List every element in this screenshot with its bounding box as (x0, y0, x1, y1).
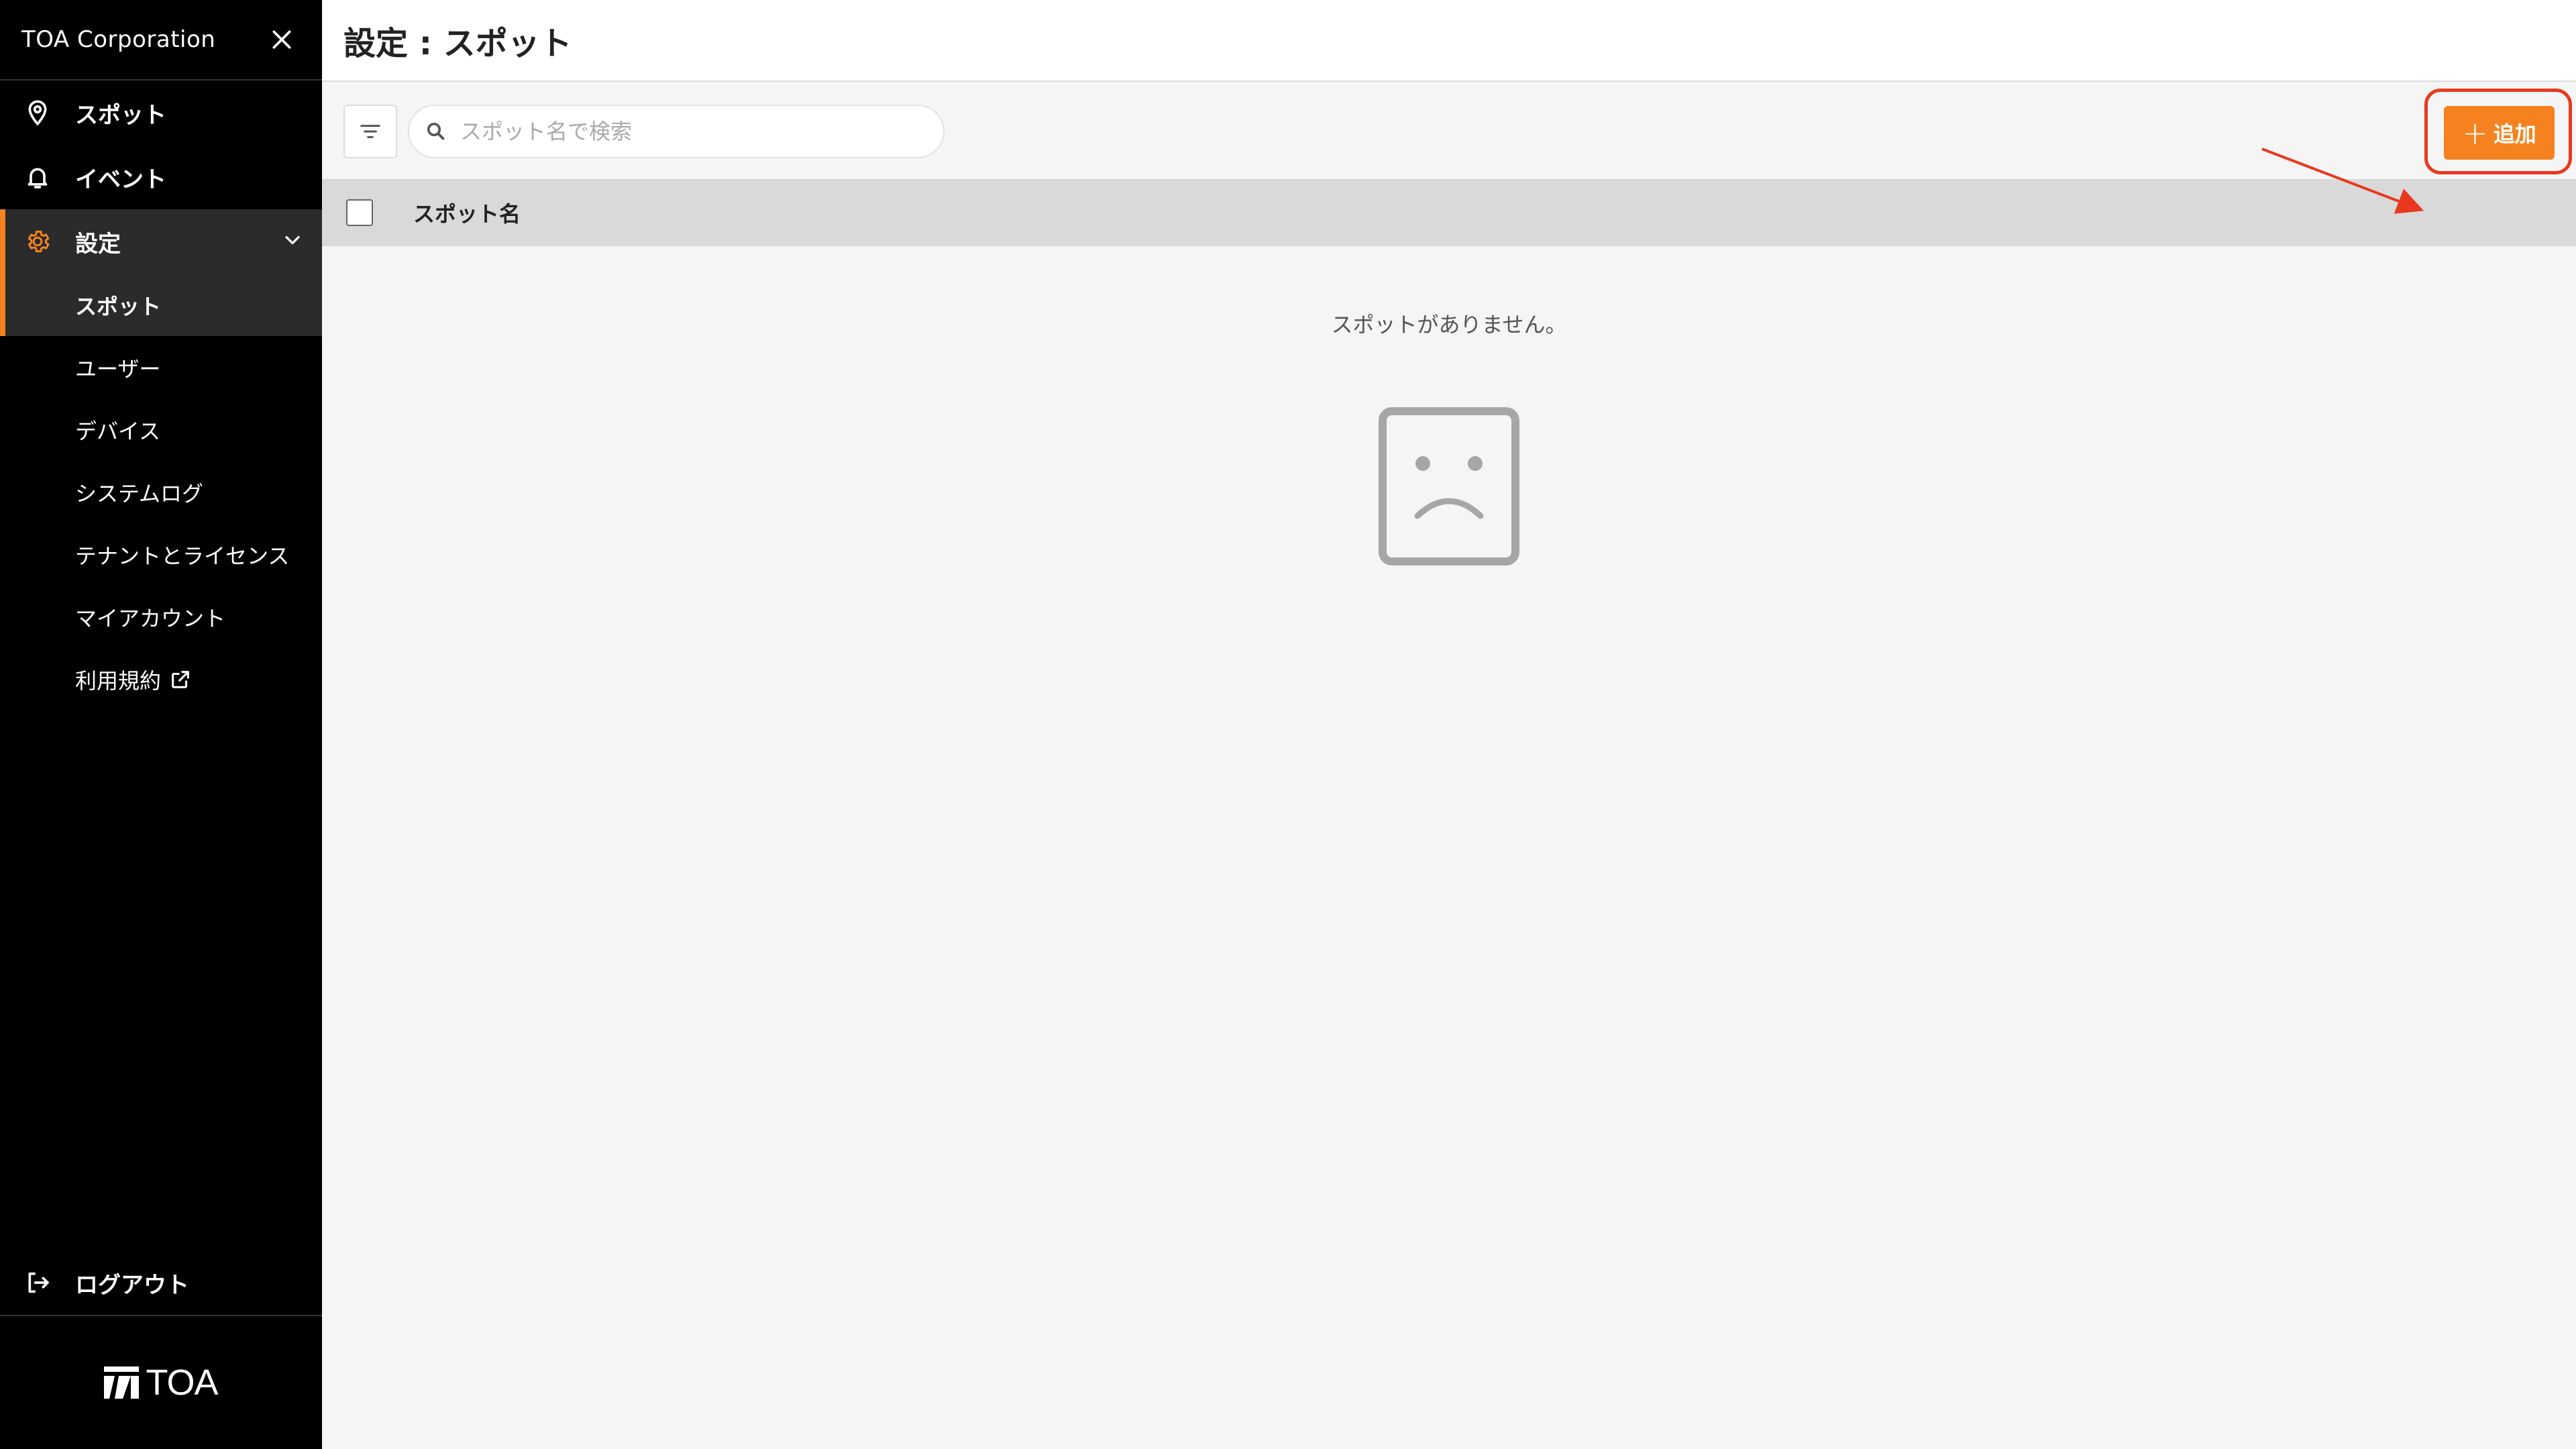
close-icon[interactable] (262, 19, 302, 60)
sidebar-item-event[interactable]: イベント (0, 145, 322, 209)
filter-icon (360, 125, 380, 138)
sidebar-subitem-users[interactable]: ユーザー (0, 336, 322, 398)
sidebar-subitem-label: ユーザー (75, 356, 161, 382)
search-input[interactable] (460, 119, 930, 144)
page-title: 設定 : スポット (343, 25, 572, 62)
sidebar-item-settings[interactable]: 設定 (0, 209, 322, 274)
app-root: TOA Corporation スポット イベント 設定 スポット ユーザー デ… (0, 0, 2576, 1449)
sidebar-item-label: イベント (75, 166, 166, 193)
select-all-checkbox[interactable] (346, 199, 373, 226)
sidebar-subitem-spot[interactable]: スポット (0, 274, 322, 336)
add-button-label: 追加 (2493, 121, 2536, 147)
sidebar-header: TOA Corporation (0, 0, 322, 80)
logout-button[interactable]: ログアウト (0, 1250, 322, 1315)
location-pin-icon (24, 99, 51, 126)
add-button[interactable]: + 追加 (2444, 106, 2555, 160)
sidebar-footer: TOA (0, 1315, 322, 1449)
table-header: スポット名 (322, 179, 2576, 246)
main-content: 設定 : スポット + (322, 0, 2576, 1449)
sad-face-icon (1379, 407, 1519, 566)
sidebar-subitem-tenant-license[interactable]: テナントとライセンス (0, 523, 322, 586)
sidebar-subitem-label: テナントとライセンス (75, 543, 290, 569)
search-icon (424, 119, 448, 144)
sidebar-item-spot[interactable]: スポット (0, 80, 322, 145)
sidebar-subitem-my-account[interactable]: マイアカウント (0, 586, 322, 648)
sidebar-subitem-label: マイアカウント (75, 605, 226, 631)
chevron-down-icon (280, 228, 305, 258)
empty-state: スポットがありません。 (322, 246, 2576, 1448)
sidebar-subitem-label: スポット (75, 293, 162, 319)
sidebar-subitem-terms[interactable]: 利用規約 (0, 648, 322, 710)
plus-icon: + (2462, 115, 2488, 151)
gear-icon (24, 228, 51, 255)
top-bar: 設定 : スポット (322, 0, 2576, 82)
column-header-spot-name[interactable]: スポット名 (413, 197, 521, 228)
filter-button[interactable] (343, 105, 397, 158)
bell-icon (24, 164, 51, 191)
sidebar-subitem-system-log[interactable]: システムログ (0, 461, 322, 523)
search-box (408, 105, 945, 158)
toa-logo-text: TOA (146, 1362, 218, 1403)
empty-state-message: スポットがありません。 (1331, 312, 1567, 337)
sidebar: TOA Corporation スポット イベント 設定 スポット ユーザー デ… (0, 0, 322, 1449)
company-name: TOA Corporation (21, 26, 216, 53)
sidebar-subitem-devices[interactable]: デバイス (0, 398, 322, 461)
external-link-icon (169, 668, 192, 691)
logout-icon (24, 1269, 51, 1296)
toa-logo-mark-icon (104, 1366, 140, 1399)
sidebar-subitem-label: システムログ (75, 480, 204, 506)
toolbar: + 追加 (322, 82, 2576, 214)
sidebar-subitem-label: 利用規約 (75, 667, 162, 694)
sidebar-subitem-label: デバイス (75, 418, 161, 444)
logout-label: ログアウト (75, 1271, 189, 1299)
toa-logo: TOA (104, 1362, 219, 1403)
sidebar-item-label: スポット (75, 101, 166, 129)
sidebar-item-label: 設定 (75, 230, 121, 258)
